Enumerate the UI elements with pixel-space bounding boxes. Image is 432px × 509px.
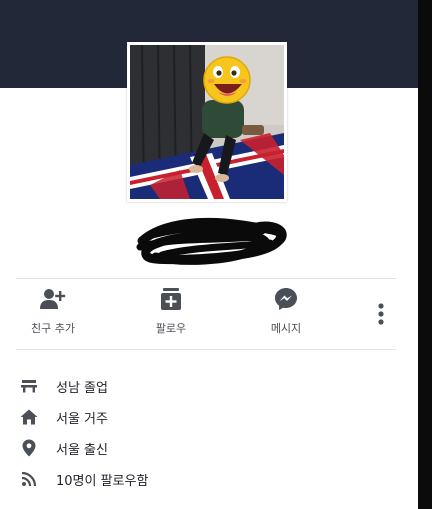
add-friend-label: 친구 추가 (31, 322, 75, 335)
home-icon (16, 407, 42, 427)
info-hometown: 서울 출신 (16, 436, 396, 460)
info-education-text: 성남 졸업 (56, 380, 108, 396)
divider-bottom (16, 349, 396, 350)
info-followers[interactable]: 10명이 팔로우함 (16, 467, 396, 491)
follow-label: 팔로우 (155, 322, 187, 335)
location-pin-icon (16, 438, 42, 458)
message-label: 메시지 (270, 322, 302, 335)
redacted-name (136, 217, 287, 265)
messenger-icon (272, 286, 300, 312)
follow-icon (157, 286, 185, 312)
screen-edge (418, 0, 432, 509)
add-friend-icon (39, 286, 67, 312)
info-residence-text: 서울 거주 (56, 411, 108, 427)
info-residence: 서울 거주 (16, 405, 396, 429)
info-followers-text: 10명이 팔로우함 (56, 473, 149, 489)
follow-button[interactable]: 팔로우 (131, 286, 211, 342)
profile-photo-image (130, 45, 284, 199)
info-education: 성남 졸업 (16, 374, 396, 398)
more-options-button[interactable] (370, 300, 392, 328)
more-vertical-icon (378, 303, 384, 325)
add-friend-button[interactable]: 친구 추가 (13, 286, 93, 342)
rss-feed-icon (16, 469, 42, 489)
message-button[interactable]: 메시지 (246, 286, 326, 342)
divider-top (16, 278, 396, 279)
profile-photo[interactable] (127, 42, 287, 202)
info-hometown-text: 서울 출신 (56, 442, 108, 458)
education-icon (16, 376, 42, 396)
